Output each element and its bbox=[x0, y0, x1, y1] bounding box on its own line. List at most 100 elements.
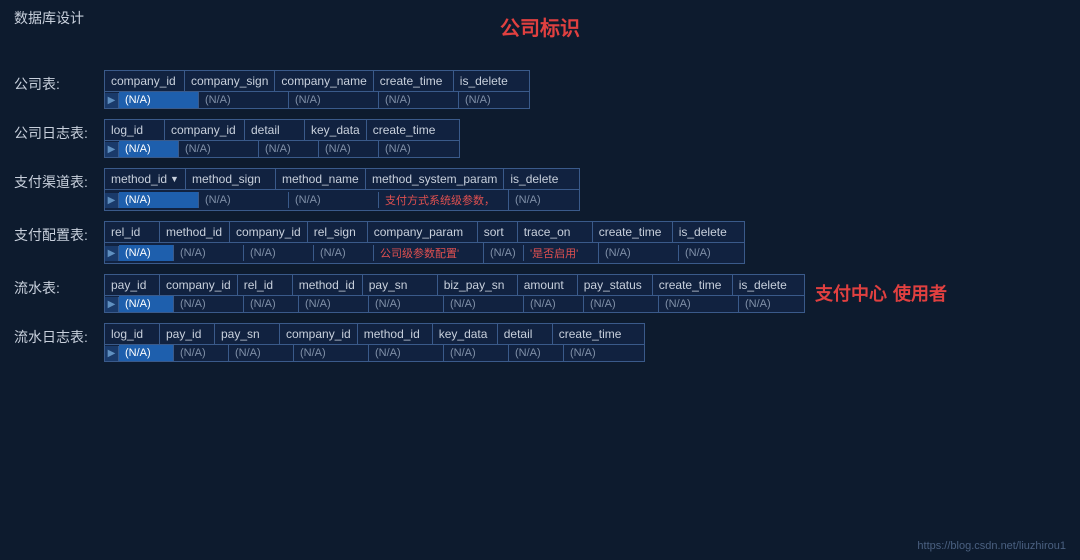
col-create_time: create_time bbox=[553, 324, 633, 344]
table-row: ▶ (N/A) (N/A) (N/A) (N/A) (N/A) (N/A) (N… bbox=[105, 296, 804, 312]
cell-detail: (N/A) bbox=[509, 345, 564, 361]
company-table-section: 公司表: company_id company_sign company_nam… bbox=[14, 70, 1066, 109]
cell-create_time: (N/A) bbox=[659, 296, 739, 312]
col-company_sign: company_sign bbox=[185, 71, 275, 91]
sort-arrow-icon: ▼ bbox=[170, 174, 179, 184]
cell-create_time: (N/A) bbox=[379, 92, 459, 108]
col-key_data: key_data bbox=[433, 324, 498, 344]
cell-method_id: (N/A) bbox=[369, 345, 444, 361]
cell-rel_id: (N/A) bbox=[244, 296, 299, 312]
cell-company_id: (N/A) bbox=[179, 141, 259, 157]
cell-create_time: (N/A) bbox=[379, 141, 459, 157]
cell-key_data: (N/A) bbox=[444, 345, 509, 361]
table-row: ▶ (N/A) (N/A) (N/A) (N/A) (N/A) bbox=[105, 141, 459, 157]
col-is_delete: is_delete bbox=[673, 222, 738, 242]
company-sign-label: 公司标识 bbox=[500, 12, 580, 41]
col-create_time: create_time bbox=[374, 71, 454, 91]
col-company_id: company_id bbox=[105, 71, 185, 91]
company-log-table-label: 公司日志表: bbox=[14, 119, 104, 143]
cell-pay_sn: (N/A) bbox=[229, 345, 294, 361]
company-table: company_id company_sign company_name cre… bbox=[104, 70, 530, 109]
cell-biz_pay_sn: (N/A) bbox=[444, 296, 524, 312]
cell-create_time: (N/A) bbox=[564, 345, 644, 361]
flow-table-label: 流水表: bbox=[14, 274, 104, 298]
cell-rel_sign: (N/A) bbox=[314, 245, 374, 261]
company-log-table-section: 公司日志表: log_id company_id detail key_data… bbox=[14, 119, 1066, 158]
company-table-label: 公司表: bbox=[14, 70, 104, 94]
payment-config-table-label: 支付配置表: bbox=[14, 221, 104, 245]
col-company_id: company_id bbox=[280, 324, 358, 344]
cell-company_id: (N/A) bbox=[294, 345, 369, 361]
col-rel_id: rel_id bbox=[105, 222, 160, 242]
col-pay_id: pay_id bbox=[160, 324, 215, 344]
col-company_name: company_name bbox=[275, 71, 373, 91]
col-pay_id: pay_id bbox=[105, 275, 160, 295]
cell-create_time: (N/A) bbox=[599, 245, 679, 261]
row-indicator: ▶ bbox=[105, 142, 119, 157]
table-row: ▶ (N/A) (N/A) (N/A) (N/A) (N/A) (N/A) (N… bbox=[105, 345, 644, 361]
col-method_id: method_id bbox=[358, 324, 433, 344]
payment-config-table-section: 支付配置表: rel_id method_id company_id rel_s… bbox=[14, 221, 1066, 264]
cell-is_delete: (N/A) bbox=[679, 245, 744, 261]
cell-detail: (N/A) bbox=[259, 141, 319, 157]
payment-channel-table: method_id ▼ method_sign method_name meth… bbox=[104, 168, 580, 211]
cell-trace_on: '是否启用' bbox=[524, 243, 599, 263]
col-pay_sn: pay_sn bbox=[363, 275, 438, 295]
col-detail: detail bbox=[498, 324, 553, 344]
col-sort: sort bbox=[478, 222, 518, 242]
row-indicator: ▶ bbox=[105, 93, 119, 108]
col-log_id: log_id bbox=[105, 324, 160, 344]
col-pay_status: pay_status bbox=[578, 275, 653, 295]
cell-rel_id: (N/A) bbox=[119, 245, 174, 261]
cell-method_system_param: 支付方式系统级参数， bbox=[379, 190, 509, 210]
flow-log-table-label: 流水日志表: bbox=[14, 323, 104, 347]
col-key_data: key_data bbox=[305, 120, 367, 140]
cell-method_name: (N/A) bbox=[289, 192, 379, 208]
cell-pay_sn: (N/A) bbox=[369, 296, 444, 312]
table-row: ▶ (N/A) (N/A) (N/A) 支付方式系统级参数， (N/A) bbox=[105, 190, 579, 210]
cell-method_id: (N/A) bbox=[119, 192, 199, 208]
col-method_name: method_name bbox=[276, 169, 366, 189]
cell-pay_id: (N/A) bbox=[119, 296, 174, 312]
cell-company_name: (N/A) bbox=[289, 92, 379, 108]
user-label: 使用者 bbox=[893, 274, 947, 306]
row-indicator: ▶ bbox=[105, 246, 119, 261]
col-biz_pay_sn: biz_pay_sn bbox=[438, 275, 518, 295]
col-company_id: company_id bbox=[160, 275, 238, 295]
cell-is_delete: (N/A) bbox=[739, 296, 804, 312]
col-log_id: log_id bbox=[105, 120, 165, 140]
pay-center-label: 支付中心 bbox=[815, 274, 887, 306]
col-method_id: method_id bbox=[293, 275, 363, 295]
col-amount: amount bbox=[518, 275, 578, 295]
col-company_id: company_id bbox=[230, 222, 308, 242]
cell-company_id: (N/A) bbox=[119, 92, 199, 108]
table-row: ▶ (N/A) (N/A) (N/A) (N/A) 公司级参数配置' (N/A)… bbox=[105, 243, 744, 263]
watermark: https://blog.csdn.net/liuzhirou1 bbox=[917, 540, 1066, 552]
row-indicator: ▶ bbox=[105, 193, 119, 208]
cell-log_id: (N/A) bbox=[119, 345, 174, 361]
col-trace_on: trace_on bbox=[518, 222, 593, 242]
row-indicator: ▶ bbox=[105, 297, 119, 312]
cell-company_id: (N/A) bbox=[244, 245, 314, 261]
col-rel_id: rel_id bbox=[238, 275, 293, 295]
cell-company_id: (N/A) bbox=[174, 296, 244, 312]
cell-method_id: (N/A) bbox=[299, 296, 369, 312]
flow-log-table-section: 流水日志表: log_id pay_id pay_sn company_id m… bbox=[14, 323, 1066, 362]
cell-company_sign: (N/A) bbox=[199, 92, 289, 108]
cell-is_delete: (N/A) bbox=[509, 192, 579, 208]
col-create_time: create_time bbox=[367, 120, 447, 140]
cell-pay_status: (N/A) bbox=[584, 296, 659, 312]
col-create_time: create_time bbox=[593, 222, 673, 242]
flow-table: pay_id company_id rel_id method_id pay_s… bbox=[104, 274, 805, 313]
cell-pay_id: (N/A) bbox=[174, 345, 229, 361]
cell-is_delete: (N/A) bbox=[459, 92, 529, 108]
flow-table-section: 流水表: pay_id company_id rel_id method_id … bbox=[14, 274, 1066, 313]
col-create_time: create_time bbox=[653, 275, 733, 295]
col-method_sign: method_sign bbox=[186, 169, 276, 189]
col-method_system_param: method_system_param bbox=[366, 169, 504, 189]
cell-method_sign: (N/A) bbox=[199, 192, 289, 208]
col-method_id: method_id bbox=[160, 222, 230, 242]
cell-log_id: (N/A) bbox=[119, 141, 179, 157]
col-company_param: company_param bbox=[368, 222, 478, 242]
cell-sort: (N/A) bbox=[484, 245, 524, 261]
